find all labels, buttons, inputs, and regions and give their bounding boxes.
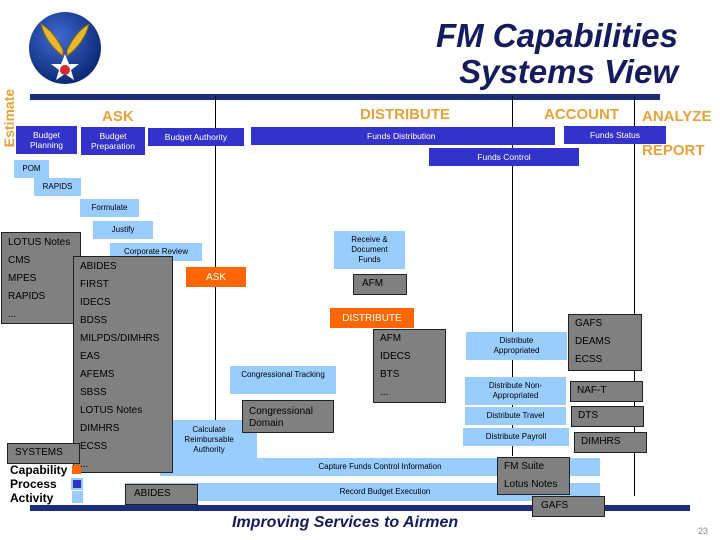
phase-distribute: DISTRIBUTE bbox=[360, 106, 450, 123]
estimate-side-label: Estimate bbox=[1, 88, 17, 148]
process-funds-status[interactable]: Funds Status bbox=[564, 126, 666, 144]
system-item: DIMHRS bbox=[581, 436, 621, 447]
system-item: ... bbox=[80, 459, 89, 470]
top-band bbox=[30, 94, 660, 100]
system-afm: AFM bbox=[353, 274, 407, 295]
systems-box-fm-suite: FM Suite Lotus Notes bbox=[497, 457, 570, 495]
process-budget-preparation[interactable]: Budget Preparation bbox=[81, 127, 145, 155]
system-item: FM Suite bbox=[504, 461, 545, 472]
title-line-1: FM Capabilities bbox=[435, 17, 678, 54]
system-item: BDSS bbox=[80, 315, 108, 326]
legend-process-swatch bbox=[71, 478, 83, 490]
system-item: Lotus Notes bbox=[504, 479, 558, 490]
systems-box-ask: ABIDES FIRST IDECS BDSS MILPDS/DIMHRS EA… bbox=[73, 256, 173, 473]
system-item: ... bbox=[380, 387, 389, 398]
legend-systems-label: SYSTEMS bbox=[15, 447, 63, 458]
system-item: BTS bbox=[380, 369, 400, 380]
process-funds-distribution[interactable]: Funds Distribution bbox=[251, 127, 555, 145]
system-item: CMS bbox=[8, 255, 31, 266]
activity-distribute-nonappropriated[interactable]: Distribute Non-Appropriated bbox=[465, 377, 566, 405]
system-item: GAFS bbox=[575, 318, 603, 329]
title-line-2: Systems View bbox=[459, 53, 678, 90]
legend-activity-swatch bbox=[72, 491, 83, 503]
system-item: FIRST bbox=[80, 279, 109, 290]
system-item: RAPIDS bbox=[8, 291, 46, 302]
phase-ask: ASK bbox=[102, 108, 134, 125]
activity-formulate[interactable]: Formulate bbox=[80, 199, 139, 217]
capability-ask[interactable]: ASK bbox=[186, 267, 246, 287]
system-item: ... bbox=[8, 309, 17, 320]
legend-systems: SYSTEMS bbox=[7, 443, 80, 464]
activity-pom[interactable]: POM bbox=[14, 160, 49, 178]
system-naf-t: NAF-T bbox=[570, 381, 643, 402]
system-item: ABIDES bbox=[80, 261, 117, 272]
system-congressional-domain: Congressional Domain bbox=[242, 400, 334, 433]
activity-justify[interactable]: Justify bbox=[93, 221, 153, 239]
process-budget-authority[interactable]: Budget Authority bbox=[148, 128, 244, 146]
air-force-logo bbox=[27, 10, 103, 86]
footer-tagline: Improving Services to Airmen bbox=[232, 514, 459, 531]
system-item: MILPDS/DIMHRS bbox=[80, 333, 160, 344]
system-item: AFM bbox=[380, 333, 402, 344]
activity-receive-document-funds[interactable]: Receive & Document Funds bbox=[334, 231, 405, 269]
system-item: LOTUS Notes bbox=[8, 237, 71, 248]
process-funds-control[interactable]: Funds Control bbox=[429, 148, 579, 166]
system-item: LOTUS Notes bbox=[80, 405, 143, 416]
legend-process-label: Process bbox=[10, 477, 57, 491]
system-item: SBSS bbox=[80, 387, 107, 398]
systems-box-appropriated: GAFS DEAMS ECSS bbox=[568, 314, 642, 371]
capability-distribute[interactable]: DISTRIBUTE bbox=[330, 308, 414, 328]
page-title: FM Capabilities Systems View bbox=[380, 18, 678, 90]
system-item: IDECS bbox=[380, 351, 411, 362]
phase-analyze-line2: REPORT bbox=[642, 142, 705, 159]
systems-box-distribute: AFM IDECS BTS ... bbox=[373, 329, 446, 403]
system-item: EAS bbox=[80, 351, 101, 362]
legend-activity-label: Activity bbox=[10, 491, 54, 505]
system-item: DTS bbox=[578, 410, 598, 421]
legend-capability-label: Capability bbox=[10, 463, 68, 477]
activity-rapids[interactable]: RAPIDS bbox=[34, 178, 81, 196]
system-item: IDECS bbox=[80, 297, 111, 308]
activity-distribute-payroll[interactable]: Distribute Payroll bbox=[463, 428, 569, 446]
system-item: DIMHRS bbox=[80, 423, 120, 434]
system-dimhrs: DIMHRS bbox=[574, 432, 647, 453]
system-item: ECSS bbox=[575, 354, 603, 365]
system-item: MPES bbox=[8, 273, 37, 284]
system-item: NAF-T bbox=[577, 385, 607, 396]
activity-congressional-tracking[interactable]: Congressional Tracking bbox=[230, 366, 336, 394]
system-item: ECSS bbox=[80, 441, 108, 452]
system-dts: DTS bbox=[571, 406, 644, 427]
systems-box-estimate: LOTUS Notes CMS MPES RAPIDS ... bbox=[1, 232, 81, 324]
system-item: GAFS bbox=[541, 500, 569, 511]
system-abides-bottom: ABIDES bbox=[125, 484, 198, 505]
system-item: ABIDES bbox=[134, 488, 171, 499]
system-item: DEAMS bbox=[575, 336, 611, 347]
activity-distribute-appropriated[interactable]: Distribute Appropriated bbox=[466, 332, 567, 360]
system-item: AFEMS bbox=[80, 369, 115, 380]
phase-account: ACCOUNT bbox=[544, 106, 619, 123]
activity-distribute-travel[interactable]: Distribute Travel bbox=[465, 407, 566, 425]
legend-capability-swatch bbox=[72, 465, 81, 474]
system-item: AFM bbox=[362, 278, 384, 289]
system-gafs-bottom: GAFS bbox=[532, 496, 605, 517]
process-budget-planning[interactable]: Budget Planning bbox=[16, 126, 77, 154]
page-number: 23 bbox=[698, 526, 709, 536]
